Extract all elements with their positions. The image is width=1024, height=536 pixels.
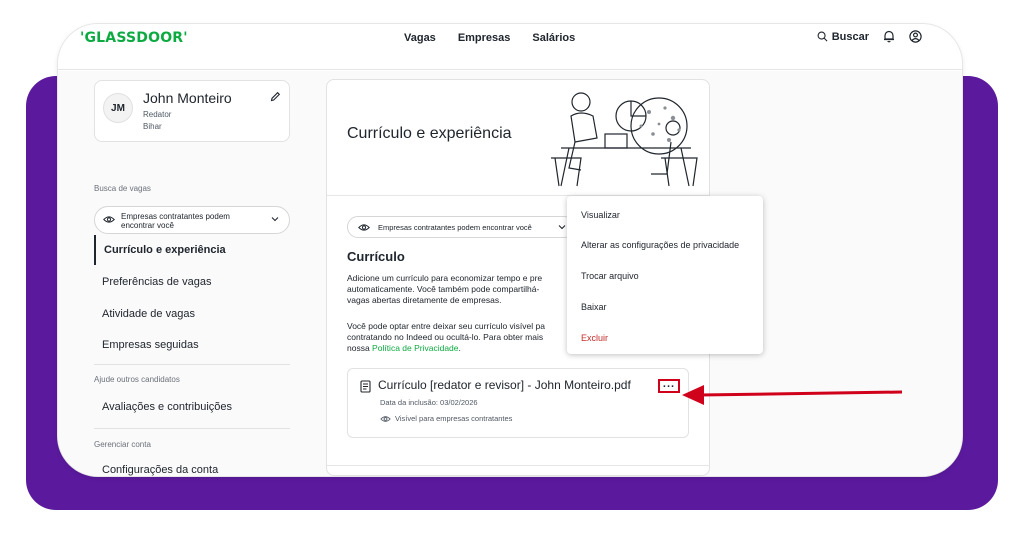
nav-vagas[interactable]: Vagas [404, 32, 436, 44]
eye-icon [380, 415, 391, 422]
search-label: Buscar [831, 30, 869, 43]
resume-section-title: Currículo [347, 249, 405, 264]
search-button[interactable]: Buscar [817, 31, 869, 43]
visibility-label: Empresas contratantes podem encontrar vo… [378, 222, 532, 232]
sidebar-item-resume[interactable]: Currículo e experiência [94, 235, 290, 265]
pencil-edit-icon[interactable] [270, 91, 281, 102]
eye-icon [358, 224, 370, 231]
top-navigation-bar: 'GLASSDOOR' Vagas Empresas Salários Busc… [58, 24, 962, 70]
sidebar-item-account-settings[interactable]: Configurações da conta [94, 455, 290, 476]
profile-page: JM John Monteiro Redator Bihar Busca de … [58, 71, 962, 476]
resume-file-card: Currículo [redator e revisor] - John Mon… [347, 368, 689, 438]
section-label-account: Gerenciar conta [94, 440, 151, 449]
chevron-down-icon [271, 217, 279, 222]
sidebar-item-followed-companies[interactable]: Empresas seguidas [94, 330, 290, 360]
privacy-text-end: . [458, 343, 461, 353]
section-label-help: Ajude outros candidatos [94, 375, 180, 384]
menu-item-replace-file[interactable]: Trocar arquivo [581, 271, 639, 281]
page-title: Currículo e experiência [347, 125, 512, 142]
avatar: JM [103, 93, 133, 123]
red-arrow-annotation [682, 385, 903, 405]
menu-item-delete[interactable]: Excluir [581, 333, 608, 343]
resume-visibility-label: Visível para empresas contratantes [395, 414, 513, 423]
bell-icon[interactable] [883, 30, 895, 43]
profile-name: John Monteiro [143, 90, 232, 106]
main-nav: Vagas Empresas Salários [404, 32, 575, 44]
visibility-dropdown[interactable]: Empresas contratantes podem encontrar vo… [94, 206, 290, 234]
top-right-actions: Buscar [817, 30, 922, 43]
section-label-job-search: Busca de vagas [94, 184, 151, 193]
chevron-down-icon [558, 225, 566, 230]
menu-item-privacy-settings[interactable]: Alterar as configurações de privacidade [581, 240, 739, 250]
document-icon [360, 380, 371, 393]
sidebar-item-reviews[interactable]: Avaliações e contribuições [94, 392, 290, 422]
visibility-dropdown[interactable]: Empresas contratantes podem encontrar vo… [347, 216, 575, 238]
search-icon [817, 31, 828, 42]
sidebar-item-job-preferences[interactable]: Preferências de vagas [94, 267, 290, 297]
resume-upload-date: Data da inclusão: 03/02/2026 [380, 398, 478, 407]
eye-icon [103, 216, 115, 223]
more-options-button[interactable]: ... [658, 379, 680, 393]
nav-salarios[interactable]: Salários [532, 32, 575, 44]
sidebar-divider [94, 364, 290, 365]
user-account-icon[interactable] [909, 30, 922, 43]
sidebar-item-job-activity[interactable]: Atividade de vagas [94, 299, 290, 329]
visibility-label: Empresas contratantes podem encontrar vo… [121, 212, 230, 230]
menu-item-view[interactable]: Visualizar [581, 210, 620, 220]
resume-description: Adicione um currículo para economizar te… [347, 273, 543, 305]
profile-card: JM John Monteiro Redator Bihar [94, 80, 290, 142]
privacy-description: Você pode optar entre deixar seu currícu… [347, 321, 569, 354]
browser-window: 'GLASSDOOR' Vagas Empresas Salários Busc… [58, 24, 962, 476]
resume-file-name: Currículo [redator e revisor] - John Mon… [378, 378, 631, 392]
profile-location: Bihar [143, 122, 162, 131]
nav-empresas[interactable]: Empresas [458, 32, 511, 44]
person-at-desk-illustration [551, 92, 698, 187]
screenshot: 'GLASSDOOR' Vagas Empresas Salários Busc… [0, 0, 1024, 536]
glassdoor-logo[interactable]: 'GLASSDOOR' [80, 30, 188, 46]
privacy-policy-link[interactable]: Política de Privacidade [372, 343, 458, 353]
section-divider [327, 465, 709, 466]
menu-item-download[interactable]: Baixar [581, 302, 607, 312]
sidebar-divider [94, 428, 290, 429]
profile-role: Redator [143, 110, 172, 119]
resume-options-menu: Visualizar Alterar as configurações de p… [567, 196, 763, 354]
resume-visibility: Visível para empresas contratantes [380, 414, 512, 423]
